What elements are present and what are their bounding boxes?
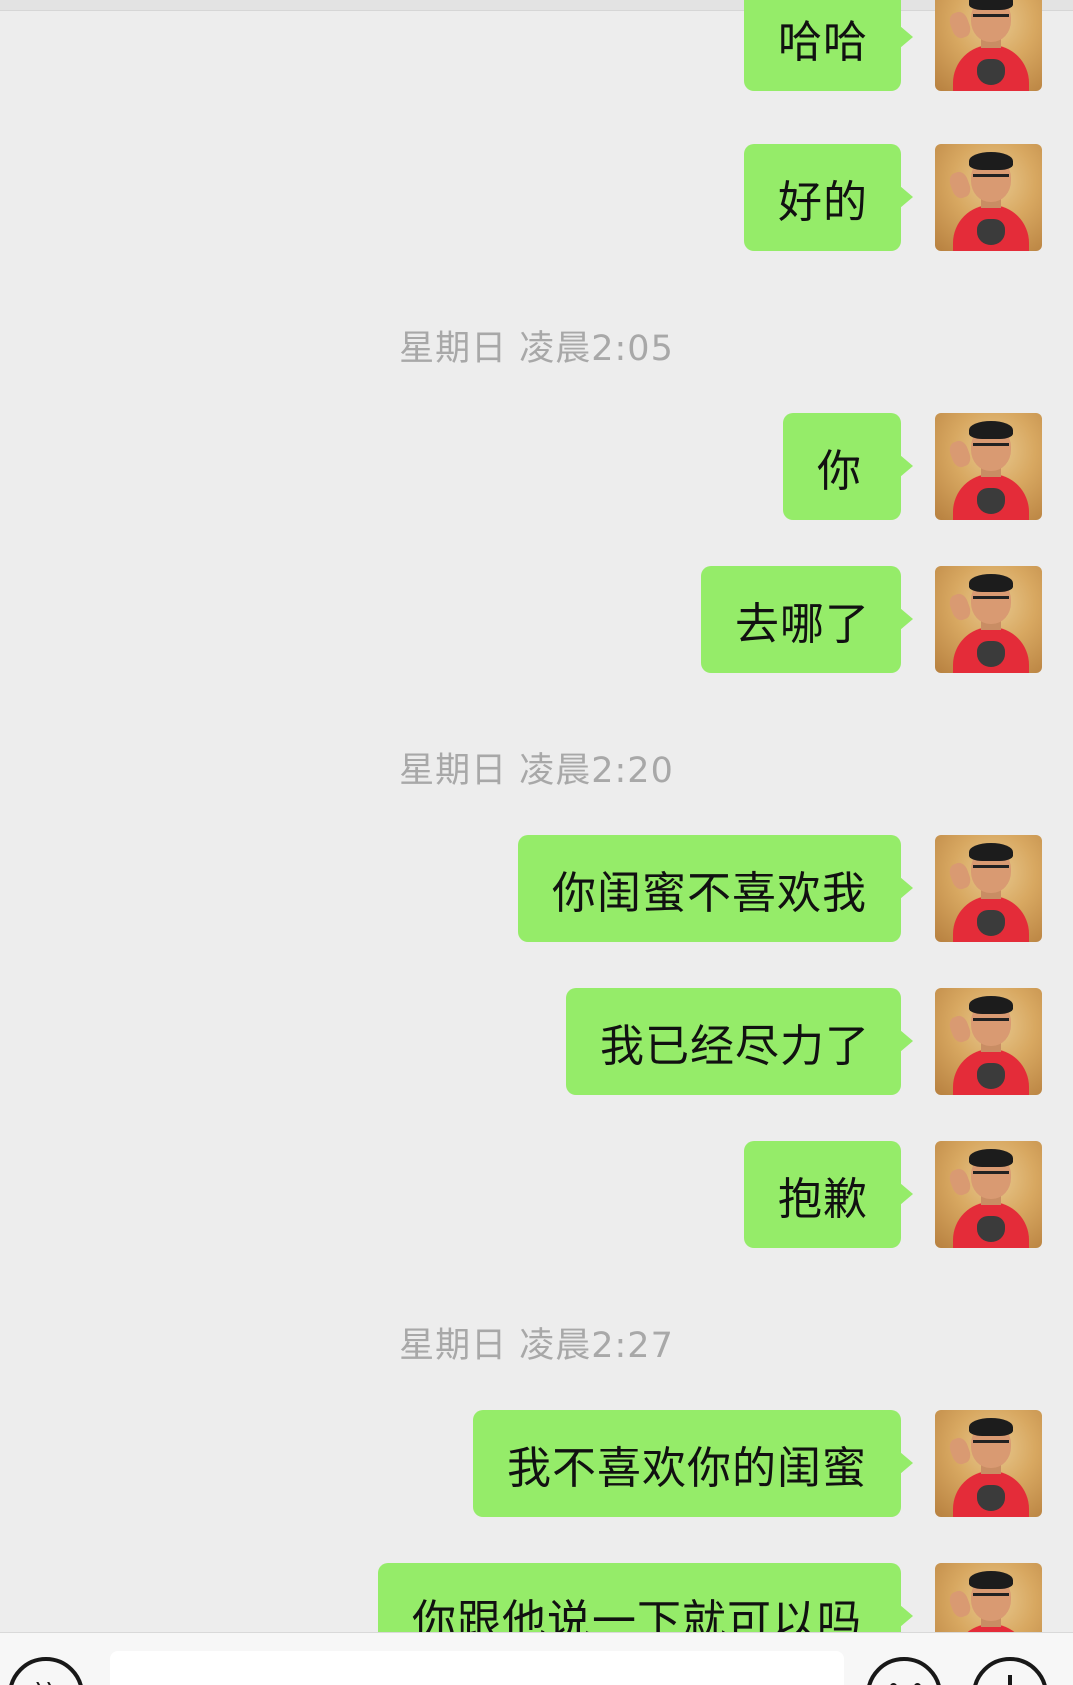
timestamp: 星期日 凌晨2:05 [399, 329, 674, 369]
message-row: 我不喜欢你的闺蜜 [0, 1410, 1073, 1518]
message-row: 你闺蜜不喜欢我 [0, 835, 1073, 943]
timestamp: 星期日 凌晨2:20 [399, 751, 674, 791]
message-bubble[interactable]: 好的 [744, 144, 913, 251]
message-row: 去哪了 [0, 566, 1073, 674]
message-bubble[interactable]: 我已经尽力了 [566, 988, 913, 1095]
plus-icon[interactable] [972, 1657, 1048, 1685]
message-bubble[interactable]: 你跟他说一下就可以吗 [378, 1563, 913, 1632]
input-bar: )) [0, 1632, 1073, 1685]
message-bubble[interactable]: 你闺蜜不喜欢我 [518, 835, 913, 942]
avatar[interactable] [935, 1563, 1042, 1632]
avatar[interactable] [935, 1410, 1042, 1517]
emoji-icon[interactable] [866, 1657, 942, 1685]
message-bubble[interactable]: 去哪了 [701, 566, 913, 673]
message-row: 抱歉 [0, 1141, 1073, 1249]
message-list[interactable]: 哈哈 好的 星期日 凌晨2:05 你 去哪了 星期日 凌晨2:20 你闺蜜不喜欢… [0, 0, 1073, 1632]
avatar[interactable] [935, 144, 1042, 251]
message-row: 你跟他说一下就可以吗 [0, 1563, 1073, 1632]
avatar[interactable] [935, 566, 1042, 673]
chat-screen: 哈哈 好的 星期日 凌晨2:05 你 去哪了 星期日 凌晨2:20 你闺蜜不喜欢… [0, 0, 1073, 1685]
voice-icon[interactable]: )) [8, 1657, 84, 1685]
avatar[interactable] [935, 413, 1042, 520]
message-row: 我已经尽力了 [0, 988, 1073, 1096]
message-bubble[interactable]: 抱歉 [744, 1141, 913, 1248]
message-bubble[interactable]: 你 [783, 413, 913, 520]
avatar[interactable] [935, 0, 1042, 91]
avatar[interactable] [935, 835, 1042, 942]
message-bubble[interactable]: 哈哈 [744, 0, 913, 91]
message-input[interactable] [110, 1651, 844, 1685]
message-bubble[interactable]: 我不喜欢你的闺蜜 [473, 1410, 913, 1517]
message-row: 哈哈 [0, 0, 1073, 92]
message-row: 你 [0, 413, 1073, 521]
message-row: 好的 [0, 144, 1073, 252]
avatar[interactable] [935, 1141, 1042, 1248]
timestamp: 星期日 凌晨2:27 [399, 1326, 674, 1366]
avatar[interactable] [935, 988, 1042, 1095]
